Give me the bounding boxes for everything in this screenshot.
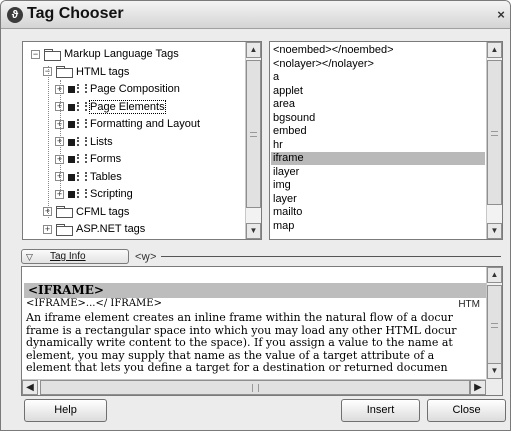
reference-line: An iframe element creates an inline fram… [26,311,453,324]
tag-category-icon [68,119,87,129]
insert-button-label: Insert [366,404,395,416]
scroll-thumb[interactable] [487,60,502,205]
tree-item-label: Markup Language Tags [64,48,179,60]
reference-syntax: <IFRAME>...</ IFRAME> [26,298,162,309]
tag-category-icon [68,101,87,112]
scroll-right-arrow-icon[interactable]: ▶ [470,380,486,395]
tree-item[interactable]: + Page Composition [55,81,180,98]
tag-info-bar: ▽ Tag Info <ꝡ> [21,249,501,265]
tag-info-label: Tag Info [50,251,86,262]
tag-chooser-dialog: ϑ Tag Chooser × − Markup Language Tags − HT… [0,0,511,431]
divider [161,256,501,257]
tree-item[interactable]: + CFML tags [43,204,129,221]
help-button[interactable]: Help [24,399,107,422]
scroll-up-arrow-icon[interactable]: ▲ [487,267,502,283]
tag-list-item[interactable]: <noembed></noembed> [273,44,483,57]
tag-category-icon [68,136,87,147]
folder-icon [44,48,61,61]
folder-icon [56,66,73,79]
tree-item[interactable]: + ASP.NET tags [43,221,145,238]
tag-category-icon [68,84,87,94]
tree-item[interactable]: − HTML tags [43,64,129,81]
help-button-label: Help [54,404,77,416]
tree-item-label: HTML tags [76,65,130,78]
scroll-thumb[interactable] [487,285,502,365]
tag-list-vertical-scrollbar[interactable]: ▲ ▼ [486,42,502,239]
tag-category-tree[interactable]: − Markup Language Tags − HTML tags + Page Com… [22,41,262,240]
scroll-thumb[interactable] [40,380,470,395]
tag-list-item[interactable]: img [273,179,483,192]
tree-item-label: Scripting [90,188,133,200]
tree-item[interactable]: + Scripting [55,186,133,203]
tree-item[interactable]: + Page Elements [55,99,166,116]
tree-item[interactable]: + Lists [55,134,113,151]
scroll-thumb[interactable] [246,60,261,208]
reference-line: element that lets you define a target fo… [26,361,448,374]
tree-connector [60,80,61,194]
close-button[interactable]: Close [427,399,506,422]
reference-panel[interactable]: <IFRAME> <IFRAME>...</ IFRAME> HTM An if… [21,266,503,396]
reference-line: element, you may supply that name as the… [26,348,435,362]
reference-vertical-scrollbar[interactable]: ▲ ▼ [486,267,502,379]
reference-horizontal-scrollbar[interactable]: ◀ ▶ [22,379,486,395]
tag-list-item[interactable]: applet [273,85,483,98]
tree-item-label: Page Composition [90,83,180,95]
tree-item-label: Lists [90,135,113,148]
tree-item[interactable]: + Forms [55,151,121,168]
scrollbar-corner [486,379,502,395]
tag-list-item[interactable]: a [273,71,483,84]
scroll-down-arrow-icon[interactable]: ▼ [487,363,502,379]
tag-category-icon [68,154,87,164]
scroll-down-arrow-icon[interactable]: ▼ [487,223,502,239]
tree-item-label: Page Elements [89,99,166,114]
folder-icon [56,223,73,236]
tag-category-icon [68,189,87,199]
close-icon[interactable]: × [494,7,508,23]
tag-list-item[interactable]: hr [273,139,483,152]
tag-code-icon[interactable]: <ꝡ> [135,249,156,264]
tag-list[interactable]: <noembed></noembed> <nolayer></nolayer> a a… [269,41,503,240]
tag-list-item[interactable]: map [273,220,483,233]
scroll-up-arrow-icon[interactable]: ▲ [246,42,261,58]
tag-info-toggle-button[interactable]: ▽ Tag Info [21,249,129,264]
tag-category-icon [68,171,87,182]
scroll-left-arrow-icon[interactable]: ◀ [22,380,38,395]
tag-list-item[interactable]: iframe [271,152,485,165]
reference-line: frame is a rectangular space into which … [26,323,457,337]
tree-item-label: CFML tags [76,205,130,218]
tree-item-label: Forms [90,153,122,165]
tag-list-item[interactable]: area [273,98,483,111]
close-button-label: Close [452,404,481,416]
tree-item-label: Formatting and Layout [90,118,201,130]
tree-vertical-scrollbar[interactable]: ▲ ▼ [245,42,261,239]
title-bar[interactable]: ϑ Tag Chooser × [1,1,510,29]
tag-list-item[interactable]: layer [273,193,483,206]
insert-button[interactable]: Insert [341,399,420,422]
window-title: Tag Chooser [27,5,124,22]
tree-item-label: ASP.NET tags [76,223,146,235]
collapse-icon[interactable]: − [31,49,40,59]
expand-icon[interactable]: + [43,224,52,234]
reference-line: dynamically write content to the space).… [26,336,453,349]
tag-list-item[interactable]: <nolayer></nolayer> [273,58,483,71]
tree-connector [48,66,49,218]
collapse-arrow-icon: ▽ [26,252,33,262]
tag-list-item[interactable]: mailto [273,206,483,219]
tree-item[interactable]: + Tables [55,169,122,186]
scroll-up-arrow-icon[interactable]: ▲ [487,42,502,58]
tag-list-item[interactable]: ilayer [273,166,483,179]
folder-icon [56,206,73,219]
tag-list-item[interactable]: bgsound [273,112,483,125]
tree-item[interactable]: − Markup Language Tags [31,46,179,63]
scroll-down-arrow-icon[interactable]: ▼ [246,223,261,239]
tag-list-item[interactable]: embed [273,125,483,138]
reference-source-label: HTM [458,299,480,310]
reference-heading: <IFRAME> [24,283,498,298]
dreamweaver-icon: ϑ [7,7,23,23]
tree-item[interactable]: + Formatting and Layout [55,116,200,133]
tree-item-label: Tables [90,170,122,183]
